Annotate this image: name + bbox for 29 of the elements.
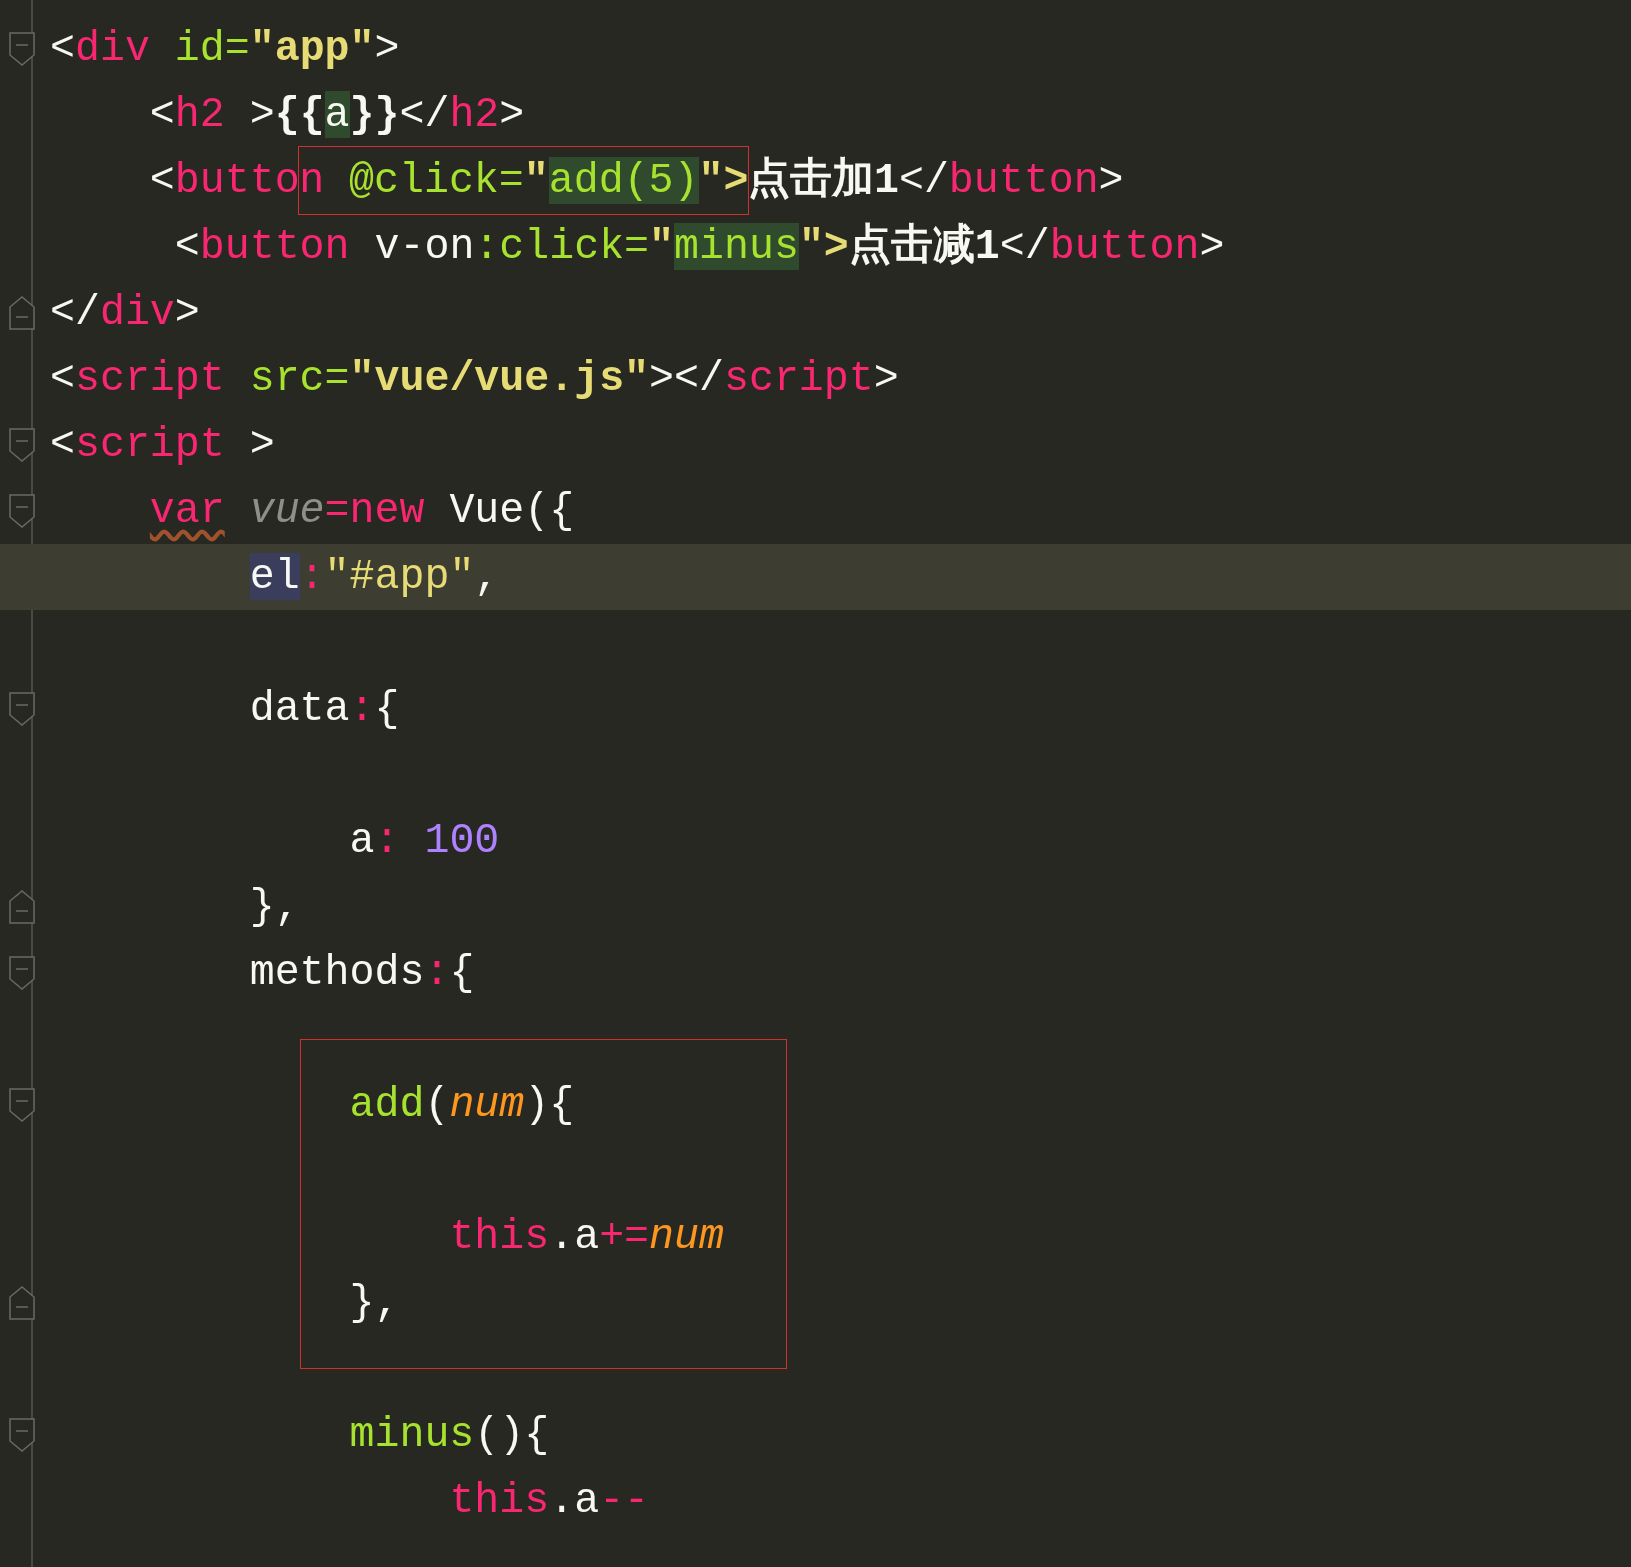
code-line: this.a+=num	[448, 1212, 724, 1262]
code-line: methods:{	[248, 948, 475, 998]
code-line: minus(){	[348, 1410, 550, 1460]
fold-icon[interactable]	[9, 1418, 35, 1452]
fold-icon[interactable]	[9, 956, 35, 990]
fold-icon[interactable]	[9, 890, 35, 924]
code-line: <button @click="add(5)">点击加1</button>	[50, 148, 1124, 214]
code-line: add(num){	[348, 1080, 575, 1130]
code-line: <script >	[50, 420, 275, 470]
code-line: a: 100	[348, 816, 500, 866]
code-line: <script src="vue/vue.js"></script>	[50, 354, 899, 404]
fold-icon[interactable]	[9, 1088, 35, 1122]
code-line: <button v-on:click="minus">点击减1</button>	[173, 221, 1225, 272]
code-line: },	[348, 1278, 400, 1328]
code-line: var vue=new Vue({	[148, 486, 575, 536]
code-line: data:{	[248, 684, 400, 734]
highlight-box: n @click="add(5)">	[298, 146, 750, 215]
code-line: this.a--	[448, 1476, 650, 1526]
fold-icon[interactable]	[9, 494, 35, 528]
code-line: el:"#app",	[248, 552, 500, 602]
code-line: },	[248, 882, 300, 932]
fold-icon[interactable]	[9, 296, 35, 330]
code-line: <div id="app">	[50, 24, 400, 74]
fold-icon[interactable]	[9, 692, 35, 726]
code-line: </div>	[50, 288, 200, 338]
fold-icon[interactable]	[9, 428, 35, 462]
code-line: <h2 >{{a}}</h2>	[148, 90, 525, 140]
fold-icon[interactable]	[9, 32, 35, 66]
fold-icon[interactable]	[9, 1286, 35, 1320]
